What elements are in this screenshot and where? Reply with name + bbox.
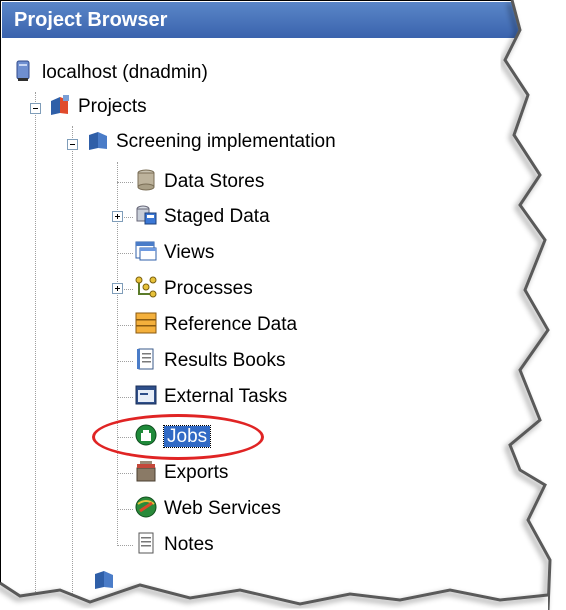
torn-edge-overlay <box>0 0 566 610</box>
